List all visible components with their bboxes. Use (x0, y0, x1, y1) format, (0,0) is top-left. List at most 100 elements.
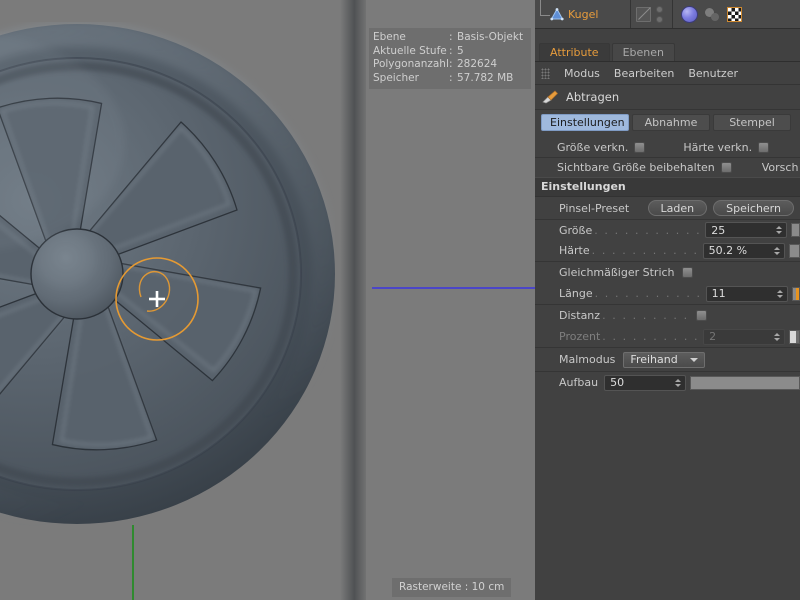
x-axis-line (372, 287, 535, 289)
object-manager-strip[interactable]: Kugel (535, 0, 800, 29)
dot-leader: . . . . . . . . . . . (591, 244, 699, 257)
cone-object-icon (550, 7, 564, 21)
dot-leader: . . . . . . . . . . . (594, 223, 702, 237)
hud-row: Polygonanzahl : 282624 (369, 58, 531, 72)
percent-input[interactable]: 2 (703, 328, 786, 345)
tool-tab-stempel[interactable]: Stempel (713, 114, 791, 131)
hud-separator: : (449, 44, 453, 57)
tree-connector-icon (540, 0, 550, 16)
load-preset-button[interactable]: Laden (647, 200, 708, 216)
object-name-label: Kugel (568, 7, 599, 21)
percent-stepper[interactable] (774, 331, 782, 343)
menu-benutzer[interactable]: Benutzer (688, 67, 738, 80)
attributes-panel: Kugel Attribute Ebenen Modus Bearbeiten … (535, 0, 800, 600)
texture-tag-icon[interactable] (727, 6, 742, 22)
3d-viewport[interactable]: Ebene : Basis-Objekt Aktuelle Stufe : 5 … (0, 0, 535, 600)
menu-bearbeiten[interactable]: Bearbeiten (614, 67, 674, 80)
dot-leader: . . . . . . . . . (602, 309, 689, 322)
distance-label: Distanz (559, 309, 601, 322)
grid-size-status: Rasterweite : 10 cm (392, 578, 512, 597)
dot-leader: . . . . . . . . . . . (594, 287, 702, 300)
no-render-icon[interactable] (636, 6, 651, 22)
hud-row: Aktuelle Stufe : 5 (369, 45, 531, 59)
tab-attribute[interactable]: Attribute (539, 43, 610, 61)
percent-label: Prozent (559, 330, 601, 343)
panel-menu-bar[interactable]: Modus Bearbeiten Benutzer (535, 62, 800, 85)
settings-section-header: Einstellungen (535, 177, 800, 197)
length-row: Länge . . . . . . . . . . . 11 (535, 283, 800, 304)
hud-key: Aktuelle Stufe (373, 44, 447, 57)
panel-tab-bar[interactable]: Attribute Ebenen (535, 41, 800, 62)
viewport-edge-shading (340, 0, 366, 600)
hud-key: Polygonanzahl (373, 58, 449, 70)
hud-value: 5 (457, 44, 464, 57)
even-stroke-row: Gleichmäßiger Strich (535, 261, 800, 283)
visibility-dots-icon[interactable] (656, 5, 663, 23)
percent-row: Prozent . . . . . . . . . . 2 (535, 326, 800, 347)
preview-label: Vorsch (761, 161, 799, 174)
distance-checkbox[interactable] (695, 310, 707, 321)
visibility-dot-editor[interactable] (656, 5, 663, 13)
wheel-3d-object[interactable] (0, 22, 335, 532)
sculpt-tag-icon[interactable] (681, 5, 698, 23)
link-options-row: Größe verkn. Härte verkn. (535, 137, 800, 157)
length-slider[interactable] (791, 286, 800, 301)
size-link-checkbox[interactable] (634, 141, 646, 153)
hardness-input[interactable]: 50.2 % (702, 242, 785, 259)
tool-tab-abnahme[interactable]: Abnahme (632, 114, 710, 131)
size-stepper[interactable] (776, 224, 784, 236)
length-value: 11 (711, 287, 726, 300)
dot-leader: . . . . . . . . . . (602, 330, 700, 343)
tool-tab-einstellungen[interactable]: Einstellungen (541, 114, 629, 131)
paint-mode-row: Malmodus Freihand (535, 347, 800, 371)
hardness-row: Härte . . . . . . . . . . . 50.2 % (535, 240, 800, 261)
even-stroke-checkbox[interactable] (681, 267, 693, 278)
buildup-row: Aufbau 50 (535, 371, 800, 393)
length-slider-knob[interactable] (796, 287, 800, 300)
object-visibility-cell[interactable] (631, 0, 673, 28)
buildup-label: Aufbau (559, 376, 599, 389)
object-manager-item[interactable]: Kugel (535, 0, 631, 28)
size-slider[interactable] (791, 223, 800, 237)
buildup-stepper[interactable] (675, 377, 683, 389)
tool-tab-bar[interactable]: Einstellungen Abnahme Stempel (541, 114, 800, 131)
tab-ebenen[interactable]: Ebenen (611, 43, 675, 61)
percent-slider[interactable] (789, 329, 800, 344)
menu-modus[interactable]: Modus (564, 67, 600, 80)
hud-value: 282624 (457, 58, 498, 70)
viewport-info-hud: Ebene : Basis-Objekt Aktuelle Stufe : 5 … (369, 28, 531, 89)
buildup-value: 50 (610, 376, 625, 389)
hud-value: 57.782 MB (457, 71, 514, 84)
keep-size-row: Sichtbare Größe beibehalten Vorsch (535, 157, 800, 177)
length-stepper[interactable] (776, 288, 785, 300)
paint-mode-label: Malmodus (559, 353, 616, 366)
size-row: Größe . . . . . . . . . . . 25 (535, 219, 800, 240)
hardness-link-checkbox[interactable] (758, 141, 770, 153)
object-tags-cell[interactable] (673, 0, 800, 28)
drag-grip-icon[interactable] (541, 67, 550, 79)
chevron-down-icon (689, 357, 698, 362)
percent-value: 2 (709, 330, 717, 343)
hud-value: Basis-Objekt (457, 31, 524, 43)
brush-preset-label: Pinsel-Preset (559, 201, 630, 215)
hud-key: Ebene (373, 31, 406, 43)
paint-mode-dropdown[interactable]: Freihand (623, 351, 705, 368)
length-input[interactable]: 11 (705, 285, 788, 302)
paint-mode-value: Freihand (630, 353, 678, 366)
phong-tag-icon[interactable] (705, 7, 720, 22)
hardness-slider[interactable] (788, 243, 800, 258)
distance-row: Distanz . . . . . . . . . (535, 304, 800, 326)
size-label: Größe (559, 223, 593, 237)
visibility-dot-render[interactable] (656, 15, 663, 23)
hardness-stepper[interactable] (773, 245, 782, 257)
hud-key: Speicher (373, 71, 419, 84)
keep-visible-size-checkbox[interactable] (720, 162, 732, 173)
buildup-slider[interactable] (690, 375, 800, 390)
save-preset-button[interactable]: Speichern (713, 200, 794, 216)
hardness-label: Härte (559, 244, 590, 257)
buildup-input[interactable]: 50 (604, 374, 687, 391)
percent-slider-knob[interactable] (790, 330, 797, 343)
size-input[interactable]: 25 (705, 222, 788, 238)
hud-separator: : (449, 58, 453, 70)
size-value: 25 (711, 223, 726, 237)
